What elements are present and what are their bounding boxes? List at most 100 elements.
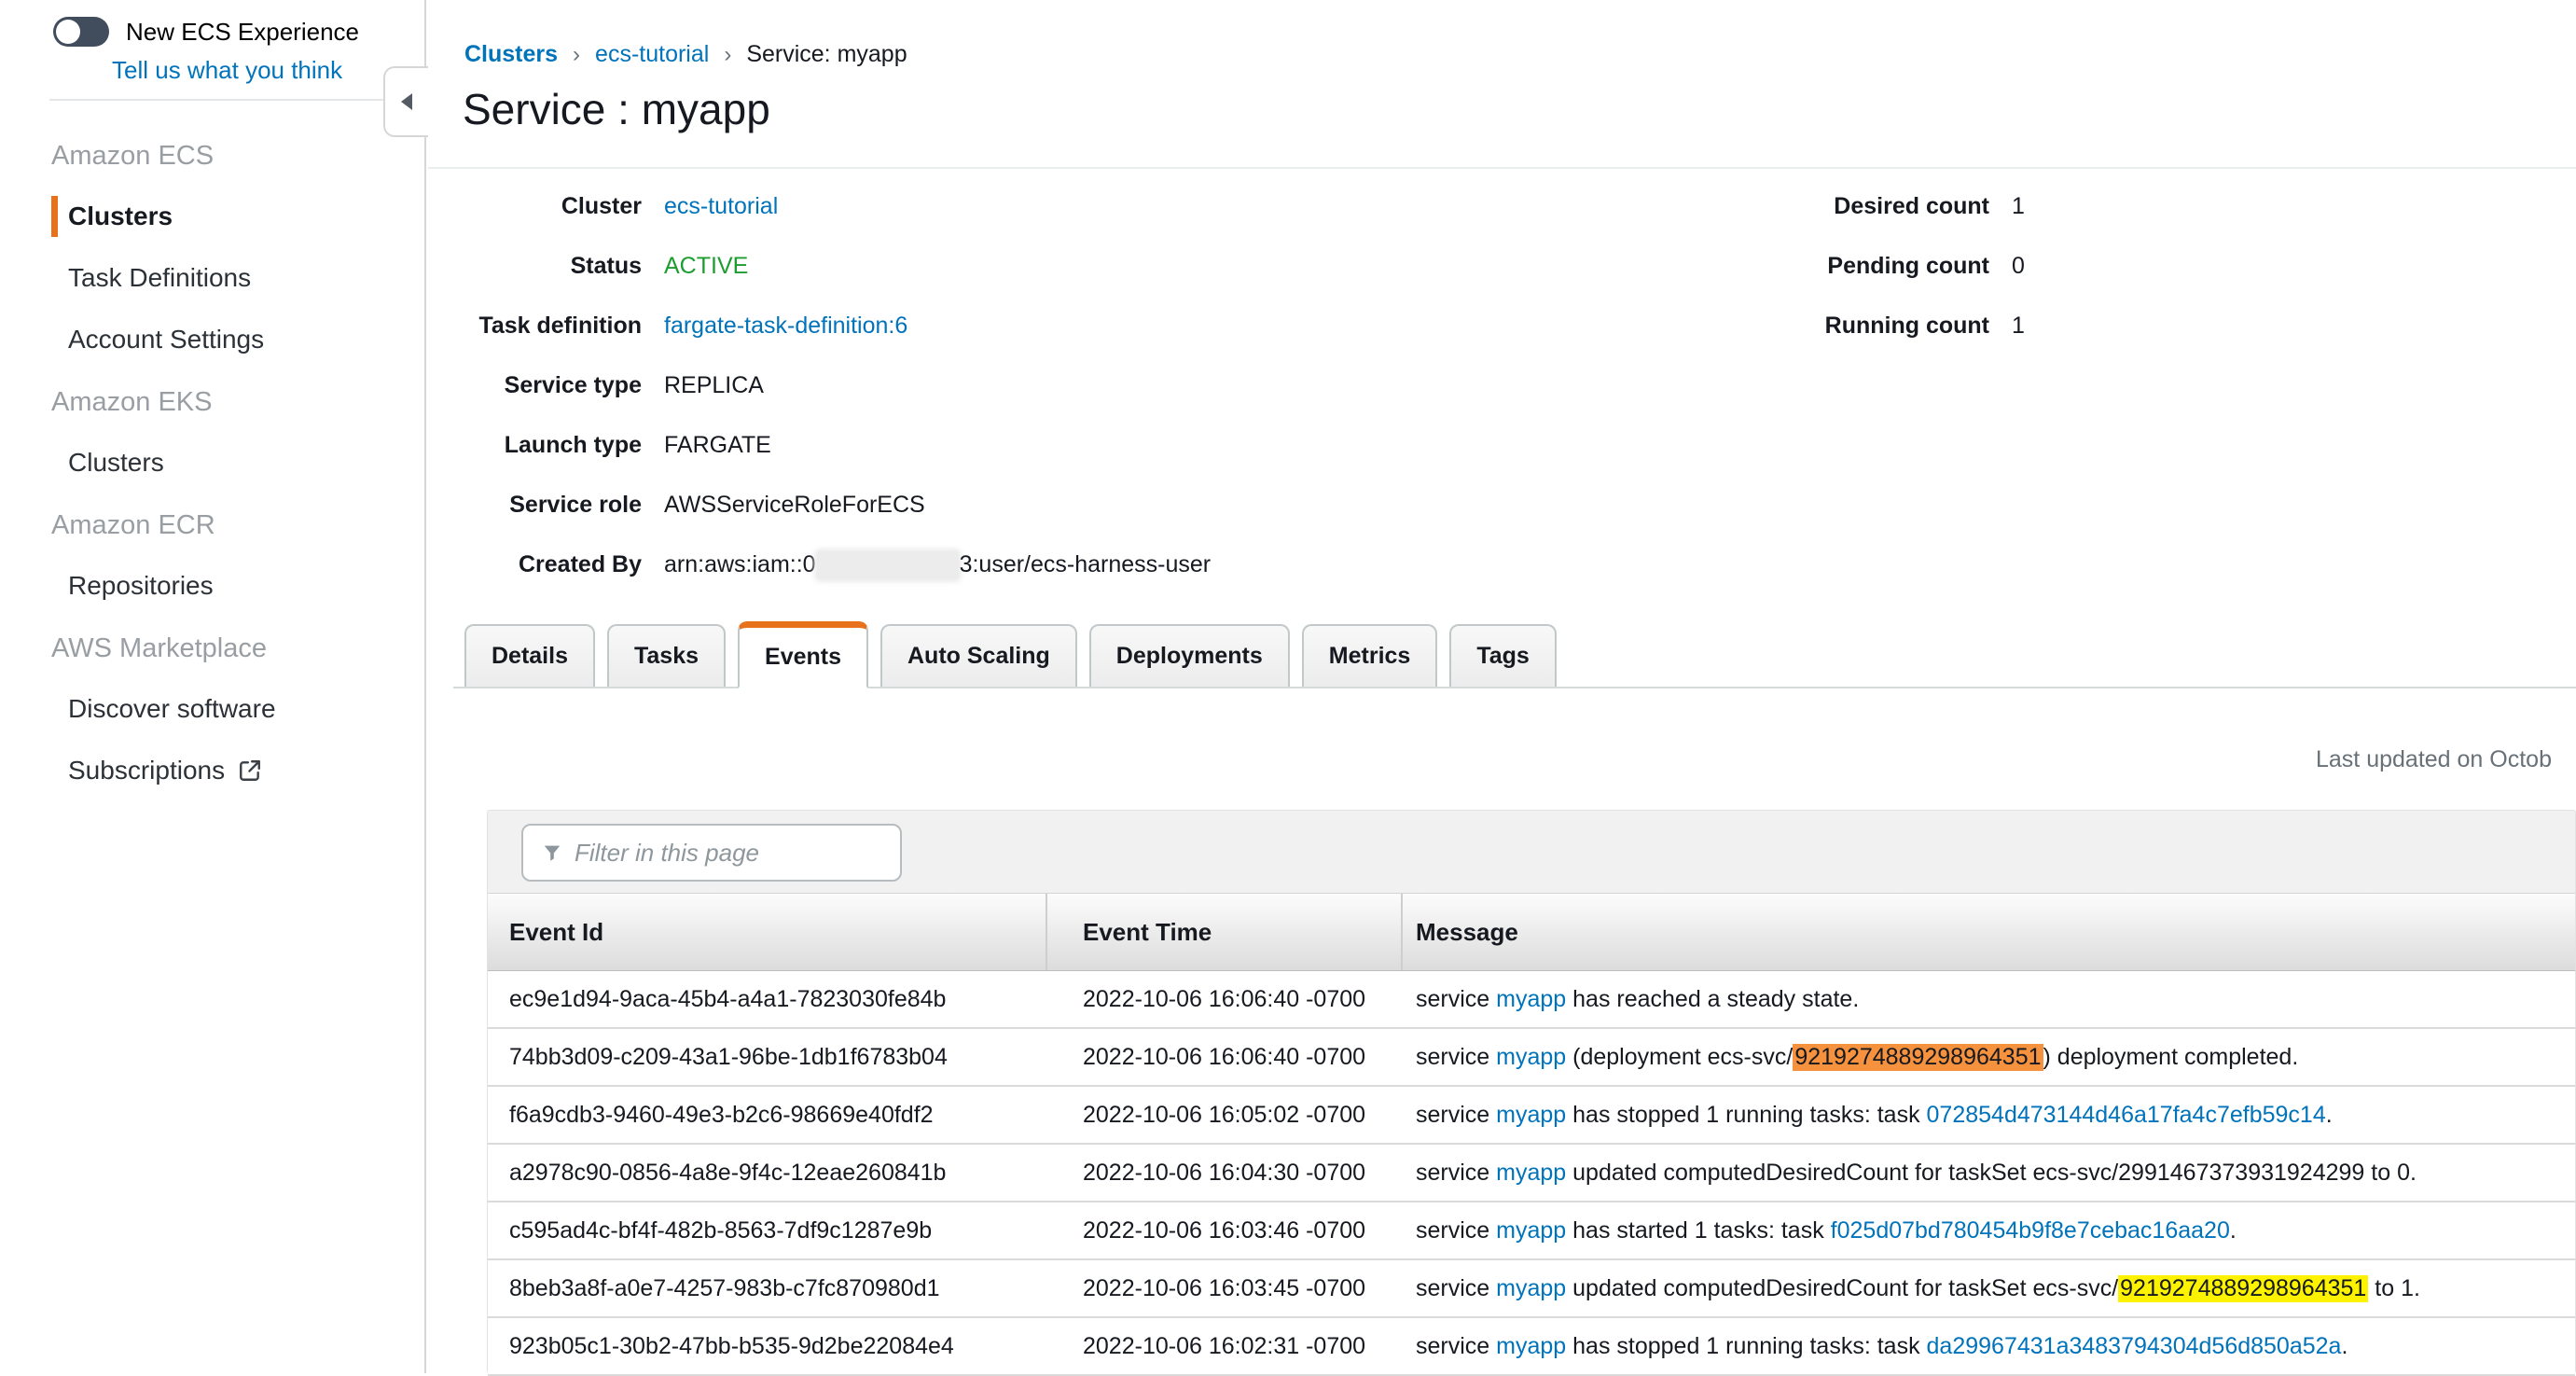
- filter-placeholder: Filter in this page: [575, 839, 759, 868]
- message-link[interactable]: myapp: [1496, 1333, 1566, 1359]
- count-label: Pending count: [1772, 252, 1989, 280]
- sidebar-nav: Amazon ECSClustersTask DefinitionsAccoun…: [0, 110, 422, 787]
- table-row[interactable]: 8beb3a8f-a0e7-4257-983b-c7fc870980d12022…: [488, 1260, 2575, 1318]
- column-header-event-id[interactable]: Event Id: [488, 894, 1047, 970]
- nav-section-amazon-ecr: Amazon ECR: [0, 509, 422, 541]
- table-row[interactable]: 74bb3d09-c209-43a1-96be-1db1f6783b042022…: [488, 1029, 2575, 1087]
- search-highlight: 9219274889298964351: [1793, 1044, 2043, 1071]
- sidebar-item-label: Task Definitions: [68, 261, 251, 295]
- message-link[interactable]: myapp: [1496, 1160, 1566, 1186]
- event-id-cell: 74bb3d09-c209-43a1-96be-1db1f6783b04: [488, 1044, 1047, 1071]
- text-span: AWSServiceRoleForECS: [664, 492, 925, 518]
- table-body: ec9e1d94-9aca-45b4-a4a1-7823030fe84b2022…: [488, 971, 2575, 1376]
- message-link[interactable]: myapp: [1496, 1044, 1566, 1070]
- filter-input[interactable]: Filter in this page: [521, 824, 902, 882]
- count-label: Desired count: [1772, 192, 1989, 220]
- count-row-running-count: Running count1: [1772, 312, 2025, 340]
- column-header-event-time[interactable]: Event Time: [1047, 894, 1403, 970]
- breadcrumb-item-ecs-tutorial[interactable]: ecs-tutorial: [595, 41, 709, 68]
- sidebar-item-task-definitions[interactable]: Task Definitions: [0, 261, 422, 295]
- message-link[interactable]: myapp: [1496, 1275, 1566, 1301]
- redacted-value: [817, 551, 959, 579]
- external-link-icon: [238, 758, 262, 783]
- breadcrumb-separator-icon: ›: [573, 42, 580, 68]
- tab-tasks[interactable]: Tasks: [607, 624, 726, 687]
- breadcrumb-item-clusters[interactable]: Clusters: [464, 41, 558, 68]
- search-highlight: 9219274889298964351: [2118, 1275, 2368, 1302]
- title-divider: [428, 167, 2576, 169]
- sidebar-item-clusters[interactable]: Clusters: [0, 446, 422, 480]
- message-cell: service myapp has stopped 1 running task…: [1403, 1102, 2575, 1129]
- tab-deployments[interactable]: Deployments: [1089, 624, 1290, 687]
- message-link[interactable]: myapp: [1496, 986, 1566, 1012]
- sidebar-item-subscriptions[interactable]: Subscriptions: [0, 754, 422, 787]
- detail-label: Cluster: [427, 192, 642, 220]
- detail-row-launch-type: Launch typeFARGATE: [427, 431, 1211, 459]
- detail-row-cluster: Cluster ecs-tutorial: [427, 192, 1211, 220]
- feedback-link[interactable]: Tell us what you think: [112, 56, 342, 85]
- table-row[interactable]: f6a9cdb3-9460-49e3-b2c6-98669e40fdf22022…: [488, 1087, 2575, 1145]
- sidebar-item-clusters[interactable]: Clusters: [0, 200, 422, 233]
- event-time-cell: 2022-10-06 16:02:31 -0700: [1047, 1333, 1403, 1360]
- column-header-message[interactable]: Message: [1403, 894, 2575, 970]
- message-link[interactable]: myapp: [1496, 1217, 1566, 1244]
- table-row[interactable]: c595ad4c-bf4f-482b-8563-7df9c1287e9b2022…: [488, 1202, 2575, 1260]
- tab-auto-scaling[interactable]: Auto Scaling: [880, 624, 1077, 687]
- detail-value-link[interactable]: ecs-tutorial: [664, 193, 778, 219]
- tab-metrics[interactable]: Metrics: [1302, 624, 1438, 687]
- message-link[interactable]: myapp: [1496, 1102, 1566, 1128]
- text-span: has reached a steady state.: [1566, 986, 1859, 1012]
- status-badge: ACTIVE: [664, 253, 748, 279]
- message-link[interactable]: da29967431a3483794304d56d850a52a: [1927, 1333, 2342, 1359]
- breadcrumb-separator-icon: ›: [724, 42, 731, 68]
- new-ecs-experience-toggle[interactable]: [53, 17, 109, 47]
- detail-label: Service role: [427, 491, 642, 519]
- message-link[interactable]: 072854d473144d46a17fa4c7efb59c14: [1927, 1102, 2326, 1128]
- breadcrumb-item-service-myapp: Service: myapp: [746, 41, 907, 68]
- tab-tags[interactable]: Tags: [1449, 624, 1557, 687]
- event-time-cell: 2022-10-06 16:06:40 -0700: [1047, 986, 1403, 1013]
- service-counts: Desired count 1 Pending count0 Running coun…: [1772, 192, 2025, 371]
- detail-value: REPLICA: [664, 371, 764, 399]
- text-span: 3:user/ecs-harness-user: [960, 551, 1212, 577]
- detail-value-link[interactable]: fargate-task-definition:6: [664, 313, 907, 339]
- event-id-cell: 923b05c1-30b2-47bb-b535-9d2be22084e4: [488, 1333, 1047, 1360]
- table-row[interactable]: ec9e1d94-9aca-45b4-a4a1-7823030fe84b2022…: [488, 971, 2575, 1029]
- sidebar-item-label: Account Settings: [68, 323, 264, 356]
- sidebar-item-discover-software[interactable]: Discover software: [0, 692, 422, 726]
- text-span: service: [1416, 1160, 1496, 1186]
- sidebar-item-account-settings[interactable]: Account Settings: [0, 323, 422, 356]
- count-value: 1: [2012, 192, 2025, 220]
- event-time-cell: 2022-10-06 16:03:46 -0700: [1047, 1217, 1403, 1244]
- detail-row-service-role: Service role AWSServiceRoleForECS: [427, 491, 1211, 519]
- tab-events[interactable]: Events: [738, 621, 868, 688]
- text-span: (deployment ecs-svc/: [1566, 1044, 1793, 1070]
- tab-bar: DetailsTasksEventsAuto ScalingDeployment…: [453, 621, 2576, 688]
- event-time-cell: 2022-10-06 16:06:40 -0700: [1047, 1044, 1403, 1071]
- events-panel: Filter in this page Event Id Event Time …: [487, 810, 2576, 1373]
- count-label: Running count: [1772, 312, 1989, 340]
- tab-details[interactable]: Details: [464, 624, 595, 687]
- sidebar-item-label: Repositories: [68, 569, 214, 603]
- sidebar-item-label: Clusters: [68, 446, 164, 480]
- page-title: Service : myapp: [463, 84, 770, 134]
- count-row-desired-count: Desired count 1: [1772, 192, 2025, 220]
- nav-section-aws-marketplace: AWS Marketplace: [0, 632, 422, 664]
- detail-row-status: StatusACTIVE: [427, 252, 1211, 280]
- count-row-pending-count: Pending count0: [1772, 252, 2025, 280]
- detail-value: FARGATE: [664, 431, 771, 459]
- text-span: has stopped 1 running tasks: task: [1566, 1333, 1926, 1359]
- sidebar-collapse-button[interactable]: [383, 66, 428, 137]
- detail-label: Created By: [427, 550, 642, 579]
- table-row[interactable]: a2978c90-0856-4a8e-9f4c-12eae260841b2022…: [488, 1145, 2575, 1202]
- event-time-cell: 2022-10-06 16:04:30 -0700: [1047, 1160, 1403, 1187]
- event-id-cell: ec9e1d94-9aca-45b4-a4a1-7823030fe84b: [488, 986, 1047, 1013]
- new-ecs-experience-row: New ECS Experience: [53, 17, 359, 47]
- sidebar-item-repositories[interactable]: Repositories: [0, 569, 422, 603]
- text-span: service: [1416, 986, 1496, 1012]
- table-row[interactable]: 923b05c1-30b2-47bb-b535-9d2be22084e42022…: [488, 1318, 2575, 1376]
- message-link[interactable]: f025d07bd780454b9f8e7cebac16aa20: [1831, 1217, 2230, 1244]
- sidebar-item-label: Discover software: [68, 692, 276, 726]
- text-span: .: [2230, 1217, 2237, 1244]
- text-span: .: [2341, 1333, 2347, 1359]
